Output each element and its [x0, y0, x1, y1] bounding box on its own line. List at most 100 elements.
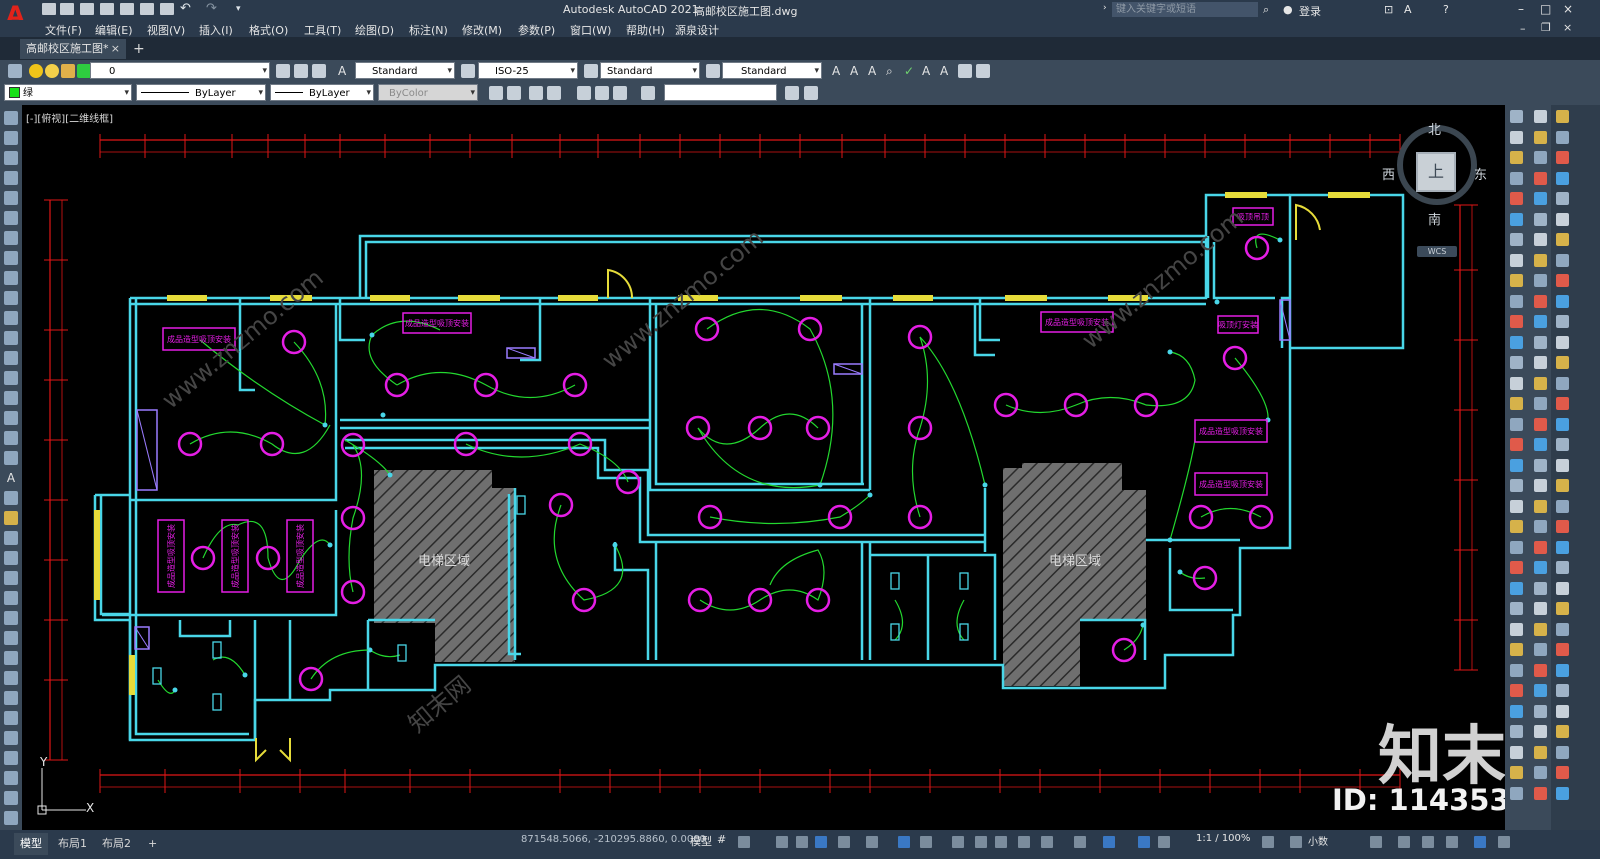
plugin-tool-icon[interactable] [1556, 684, 1569, 697]
rotate-icon[interactable] [4, 631, 18, 645]
plugin-tool-icon[interactable] [1534, 704, 1547, 718]
plugin-tool-icon[interactable] [1534, 274, 1547, 287]
close-icon[interactable]: × [1563, 3, 1573, 15]
layer-dropdown[interactable]: 0 ▾ [90, 62, 270, 79]
layer-on-icon[interactable] [29, 64, 43, 78]
menu-dimension[interactable]: 标注(N) [409, 22, 448, 38]
dimension-tool-icon[interactable] [1510, 704, 1523, 718]
polyline-icon[interactable] [4, 151, 18, 165]
plugin-tool-icon[interactable] [1534, 335, 1547, 349]
dimension-tool-icon[interactable] [1510, 253, 1523, 267]
menu-format[interactable]: 格式(O) [249, 22, 288, 38]
layer-color-icon[interactable] [77, 64, 91, 78]
edit-text-icon[interactable]: A [868, 64, 882, 78]
object-snap-tracking-icon[interactable] [898, 836, 910, 848]
dimension-tool-icon[interactable] [1510, 233, 1523, 246]
plugin-tool-icon[interactable] [1534, 643, 1547, 656]
grid-toggle[interactable]: # [717, 833, 726, 846]
find-text-icon[interactable]: ⌕ [886, 64, 900, 78]
maximize-icon[interactable]: □ [1540, 3, 1551, 15]
insert-block-icon[interactable] [529, 86, 543, 100]
plugin-tool-icon[interactable] [1556, 561, 1569, 574]
table-icon[interactable] [4, 451, 18, 465]
isolate-objects-icon[interactable] [1422, 836, 1434, 848]
zoom-window-icon[interactable] [547, 86, 561, 100]
fillet-icon[interactable] [4, 791, 18, 805]
construction-line-icon[interactable] [4, 131, 18, 145]
help-icon[interactable]: ? [1443, 3, 1449, 16]
model-space-button[interactable]: 模型 [690, 833, 712, 849]
hatch-icon[interactable] [4, 391, 18, 405]
tab-close-icon[interactable]: × [111, 39, 120, 59]
dimension-tool-icon[interactable] [1510, 786, 1523, 800]
plot-icon[interactable] [160, 3, 174, 15]
customize-quick-access-icon[interactable]: ▾ [236, 3, 250, 15]
dimension-tool-icon[interactable] [1510, 643, 1523, 656]
dimension-tool-icon[interactable] [1510, 315, 1523, 328]
menu-tools[interactable]: 工具(T) [304, 22, 341, 38]
plugin-tool-icon[interactable] [1534, 725, 1547, 738]
trim-icon[interactable] [4, 691, 18, 705]
search-input[interactable]: 键入关键字或短语 [1112, 2, 1258, 17]
tab-layout2[interactable]: 布局2 [96, 833, 137, 855]
plugin-tool-icon[interactable] [1556, 499, 1569, 513]
plugin-tool-icon[interactable] [1556, 704, 1569, 718]
explode-icon[interactable] [4, 811, 18, 825]
dimension-tool-icon[interactable] [1510, 171, 1523, 185]
units-readout[interactable]: 小数 [1308, 833, 1328, 848]
plugin-tool-icon[interactable] [1534, 458, 1547, 472]
viewcube-east[interactable]: 东 [1474, 164, 1487, 183]
grid-icon[interactable] [577, 86, 591, 100]
plugin-tool-icon[interactable] [1534, 212, 1547, 226]
plugin-tool-icon[interactable] [1534, 110, 1547, 123]
plugin-tool-icon[interactable] [1556, 233, 1569, 246]
linetype-dropdown[interactable]: ByLayer ▾ [136, 84, 266, 101]
plugin-tool-icon[interactable] [1556, 745, 1569, 759]
dim-style-dropdown[interactable]: ISO-25 ▾ [478, 62, 578, 79]
dimension-tool-icon[interactable] [1510, 417, 1523, 431]
plugin-tool-icon[interactable] [1534, 397, 1547, 410]
text-frame-icon[interactable] [958, 64, 972, 78]
menu-parametric[interactable]: 参数(P) [518, 22, 555, 38]
search-expand-icon[interactable]: › [1103, 3, 1107, 13]
dimension-tool-icon[interactable] [1510, 376, 1523, 390]
command-input[interactable] [664, 84, 777, 101]
gizmo-icon[interactable] [1103, 836, 1115, 848]
plugin-tool-icon[interactable] [1556, 376, 1569, 390]
workspace-icon[interactable] [1262, 836, 1274, 848]
dimension-tool-icon[interactable] [1510, 520, 1523, 533]
plugin-tool-icon[interactable] [1534, 786, 1547, 800]
plugin-tool-icon[interactable] [1556, 171, 1569, 185]
dimension-tool-icon[interactable] [1510, 663, 1523, 677]
table-icon[interactable] [976, 64, 990, 78]
plugin-tool-icon[interactable] [1534, 663, 1547, 677]
plugin-tool-icon[interactable] [1556, 581, 1569, 595]
stretch-icon[interactable] [4, 671, 18, 685]
move-icon[interactable] [4, 611, 18, 625]
new-file-icon[interactable] [42, 3, 56, 15]
mtext-icon[interactable]: A [4, 471, 18, 485]
isodraft-icon[interactable] [866, 836, 878, 848]
plugin-tool-icon[interactable] [1534, 684, 1547, 697]
color-dropdown[interactable]: 绿 ▾ [4, 84, 132, 101]
chamfer-icon[interactable] [4, 771, 18, 785]
dimension-tool-icon[interactable] [1510, 540, 1523, 554]
annotation-scale[interactable]: 1:1 / 100% [1196, 833, 1250, 844]
offset-icon[interactable] [4, 571, 18, 585]
plugin-tool-icon[interactable] [1556, 130, 1569, 144]
annotation-monitor-icon[interactable] [1290, 836, 1302, 848]
plugin-tool-icon[interactable] [1556, 212, 1569, 226]
add-layout-button[interactable]: + [142, 833, 163, 855]
doc-close-icon[interactable]: × [1563, 22, 1572, 34]
plugin-tool-icon[interactable] [1534, 315, 1547, 328]
plugin-tool-icon[interactable] [1534, 192, 1547, 205]
dimension-tool-icon[interactable] [1510, 192, 1523, 205]
join-icon[interactable] [4, 751, 18, 765]
object-snap-icon[interactable] [920, 836, 932, 848]
polygon-icon[interactable] [4, 171, 18, 185]
plugin-tool-icon[interactable] [1534, 540, 1547, 554]
plugin-tool-icon[interactable] [1534, 417, 1547, 431]
plugin-tool-icon[interactable] [1556, 335, 1569, 349]
transparency-icon[interactable] [975, 836, 987, 848]
auto-scale-icon[interactable] [1158, 836, 1170, 848]
